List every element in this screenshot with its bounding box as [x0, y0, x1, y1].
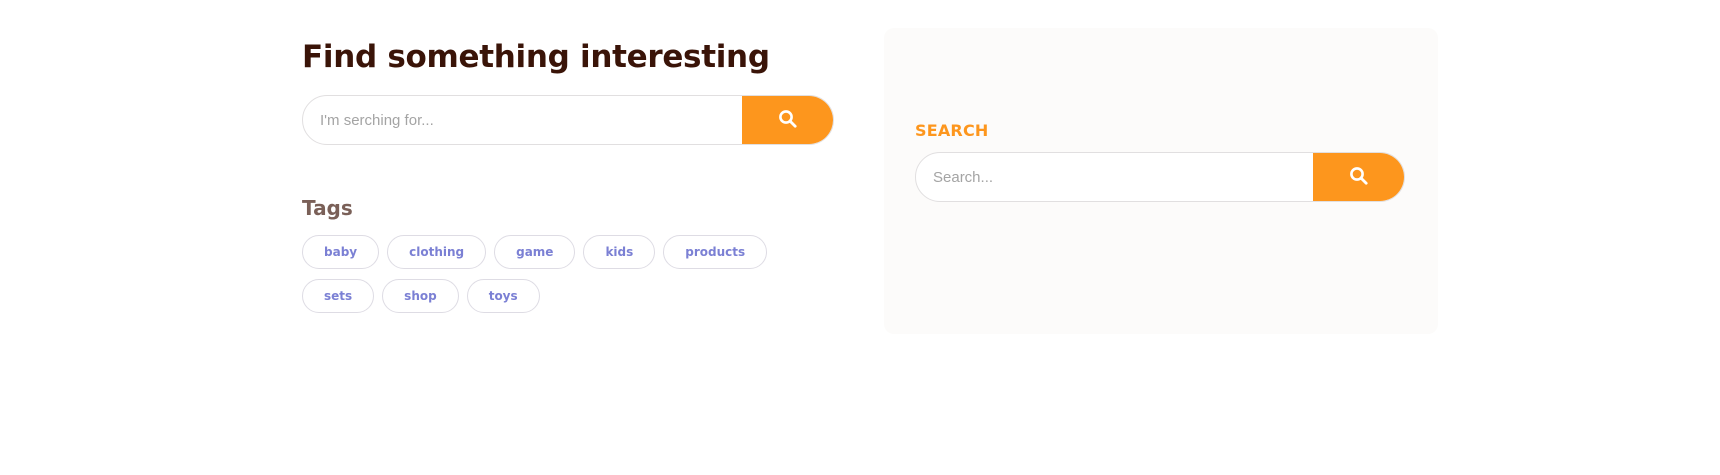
- main-search-form: [302, 95, 834, 145]
- page: Find something interesting Tags baby clo…: [0, 0, 1720, 475]
- tag-link[interactable]: shop: [382, 279, 459, 313]
- widget-search-button[interactable]: [1313, 153, 1404, 201]
- tag-link[interactable]: toys: [466, 279, 540, 313]
- page-title: Find something interesting: [302, 39, 770, 75]
- tag-link[interactable]: products: [663, 235, 768, 269]
- widget-search-form: [915, 152, 1405, 202]
- tag-cloud: baby clothing game kids products sets sh…: [302, 235, 822, 313]
- widget-title: SEARCH: [915, 121, 989, 140]
- tag-link[interactable]: game: [494, 235, 576, 269]
- tags-heading: Tags: [302, 196, 353, 220]
- widget-search-input[interactable]: [916, 153, 1313, 201]
- main-search-button[interactable]: [742, 96, 833, 144]
- search-icon: [778, 109, 798, 132]
- tag-link[interactable]: sets: [302, 279, 375, 313]
- tag-link[interactable]: baby: [302, 235, 380, 269]
- main-search-input[interactable]: [303, 96, 742, 144]
- search-icon: [1349, 166, 1369, 189]
- search-widget: SEARCH: [884, 28, 1438, 334]
- main-content: Find something interesting Tags baby clo…: [302, 38, 834, 313]
- tag-link[interactable]: kids: [583, 235, 656, 269]
- tag-link[interactable]: clothing: [387, 235, 487, 269]
